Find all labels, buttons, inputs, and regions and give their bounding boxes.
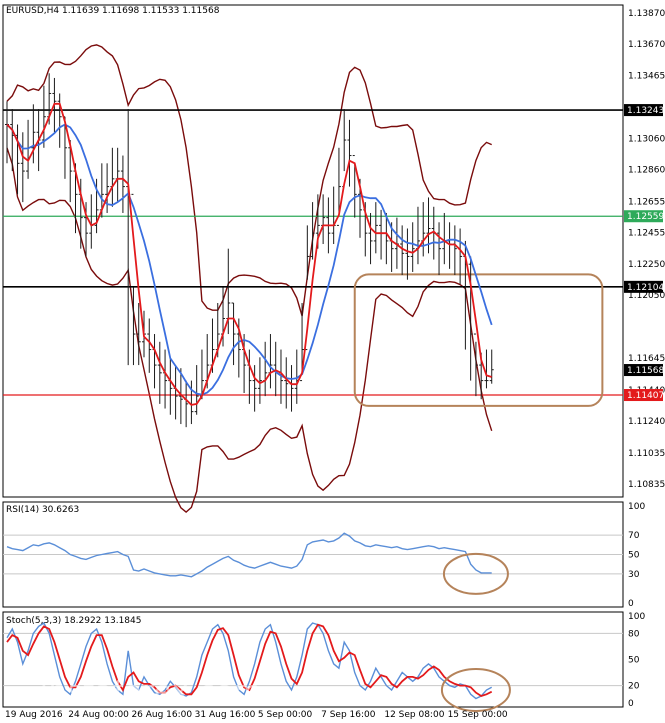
stoch-oversold-annotation: [440, 667, 511, 712]
bollinger-bands: [6, 44, 493, 514]
price-axis-tick: 1.12455: [628, 228, 665, 238]
price-axis-tick: 1.11645: [628, 354, 665, 364]
rsi-axis-tick: 100: [628, 502, 645, 512]
time-axis-tick: 24 Aug 00:00: [68, 710, 129, 720]
price-axis-tick: 1.13870: [628, 9, 665, 19]
rsi-axis-tick: 70: [628, 531, 640, 541]
price-axis-tick: 1.12250: [628, 260, 665, 270]
time-axis-tick: 5 Sep 00:00: [258, 710, 313, 720]
axis-labels: 1.13870 1.13670 1.13465 1.13060 1.12860 1.126…: [5, 9, 665, 720]
price-label-green_level: 1.12559: [627, 212, 664, 222]
price-label-resistance: 1.13243: [627, 106, 664, 116]
stoch-axis-tick: 80: [628, 629, 640, 639]
stoch-axis-tick: 20: [628, 682, 640, 692]
chart-canvas: instaforex.com 1.138701.136701.134651.13…: [2, 4, 665, 720]
time-axis-tick: 15 Sep 00:00: [448, 710, 508, 720]
price-label-resistance: 1.12104: [627, 283, 664, 293]
chart-window: instaforex.com 1.13870 1.13670 1.13465 1.13…: [0, 0, 665, 723]
rsi-panel: [6, 532, 509, 595]
rsi-panel-title: RSI(14) 30.6263: [6, 505, 79, 515]
price-axis-tick: 1.11035: [628, 449, 665, 459]
rsi-axis-tick: 0: [628, 599, 634, 609]
price-axis-tick: 1.12860: [628, 166, 665, 176]
price-axis-tick: 1.11240: [628, 417, 665, 427]
time-axis-tick: 7 Sep 16:00: [321, 710, 376, 720]
main-chart-title: EURUSD,H4 1.11639 1.11698 1.11533 1.1156…: [6, 6, 220, 16]
price-axis-tick: 1.13670: [628, 40, 665, 50]
rsi-axis-tick: 50: [628, 551, 640, 561]
price-label-current: 1.11568: [627, 366, 664, 376]
price-bars: [5, 73, 494, 428]
lower-band-line: [6, 147, 493, 514]
stoch-panel-title: Stoch(5,3,3) 18.2922 13.1845: [6, 616, 141, 626]
rsi-axis-tick: 30: [628, 570, 640, 580]
watermark: instaforex.com: [40, 674, 262, 707]
time-axis-tick: 31 Aug 16:00: [195, 710, 256, 720]
price-axis-tick: 1.10835: [628, 480, 665, 490]
grid-lines: [3, 534, 623, 687]
stoch-axis-tick: 100: [628, 612, 645, 622]
time-axis-tick: 19 Aug 2016: [5, 710, 63, 720]
time-axis-tick: 12 Sep 08:00: [384, 710, 444, 720]
price-axis-tick: 1.13465: [628, 72, 665, 82]
stoch-axis-tick: 0: [628, 699, 634, 709]
price-axis-tick: 1.12655: [628, 197, 665, 207]
stoch-axis-tick: 50: [628, 656, 640, 666]
time-axis-tick: 26 Aug 16:00: [131, 710, 192, 720]
price-axis-tick: 1.13060: [628, 134, 665, 144]
panel-headers: EURUSD,H4 1.11639 1.11698 1.11533 1.1156…: [6, 6, 220, 626]
watermark-text: instaforex.com: [40, 674, 262, 707]
price-label-red_level: 1.11407: [627, 391, 664, 401]
